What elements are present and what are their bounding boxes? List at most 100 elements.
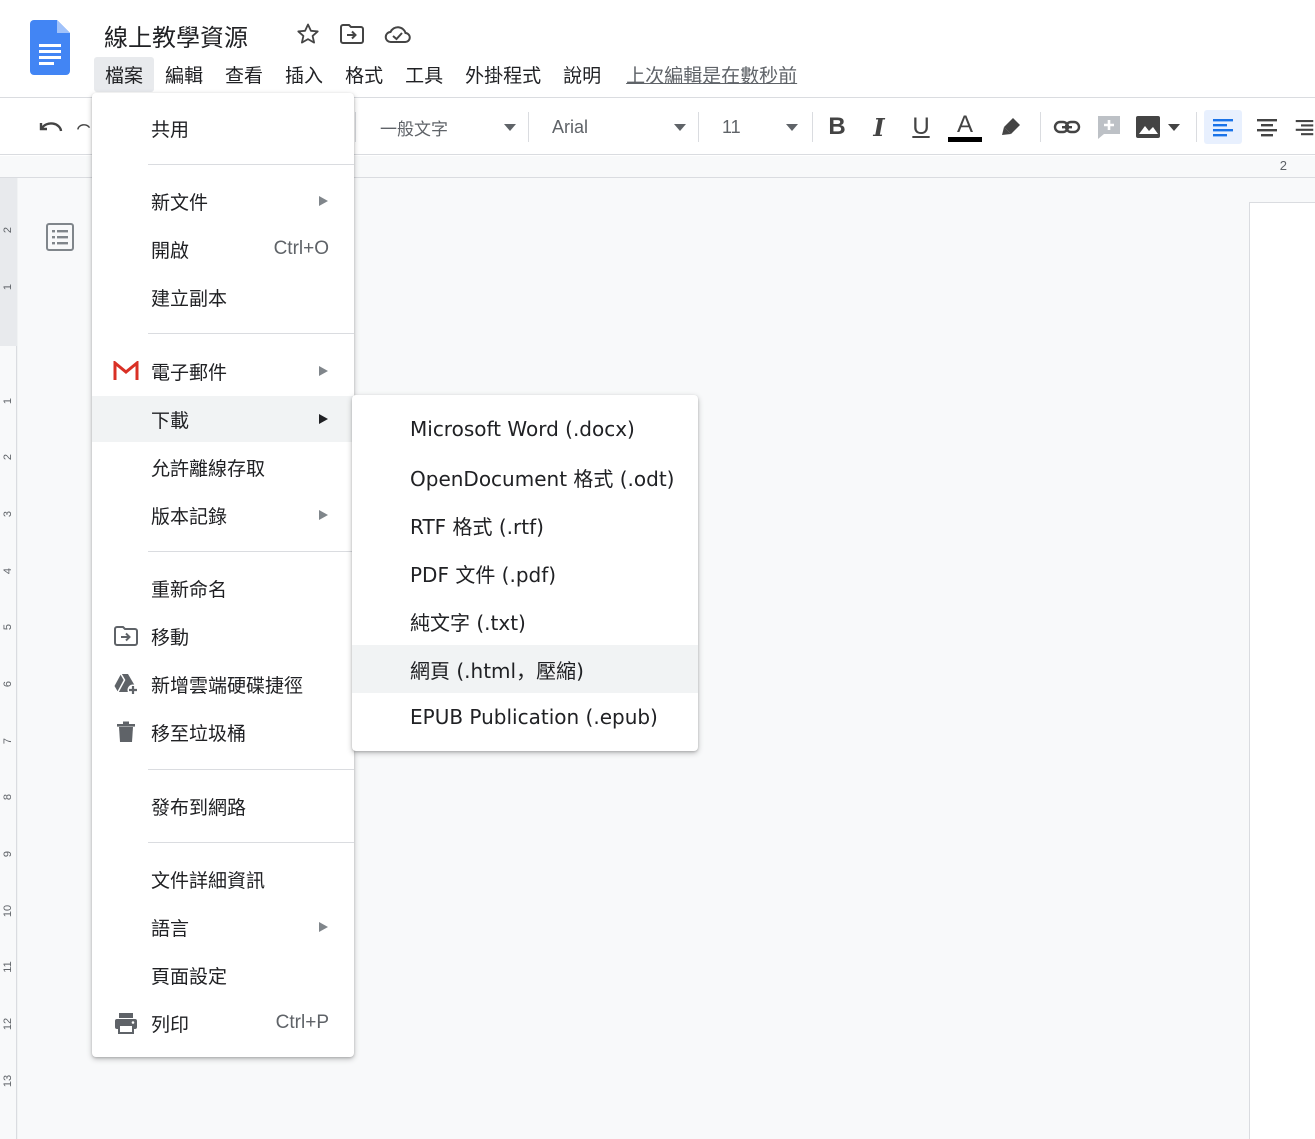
menu-item-trash[interactable]: 移至垃圾桶 [92,709,354,755]
align-right-icon[interactable] [1294,110,1315,144]
menu-item-move[interactable]: 移動 [92,613,354,659]
submenu-arrow-icon [319,414,328,424]
move-folder-icon[interactable] [338,20,366,48]
text-color-button[interactable]: A [947,110,983,144]
menu-divider [148,333,354,334]
menu-item-page-setup[interactable]: 頁面設定 [92,952,354,998]
submenu-item-label: RTF 格式 (.rtf) [410,514,544,539]
toolbar-divider [1040,112,1041,142]
menu-item-offline[interactable]: 允許離線存取 [92,444,354,490]
download-odt[interactable]: OpenDocument 格式 (.odt) [352,453,698,501]
menu-item-download[interactable]: 下載 [92,396,354,442]
menu-item-publish[interactable]: 發布到網路 [92,783,354,829]
ruler-margin-shade [0,178,17,346]
menu-tools[interactable]: 工具 [394,57,454,92]
ruler-number: 2 [2,226,14,234]
menu-item-add-drive-shortcut[interactable]: 新增雲端硬碟捷徑 [92,661,354,707]
font-size-select[interactable]: 11 [722,110,798,144]
bold-icon: B [828,113,846,140]
docs-logo-icon[interactable] [30,20,70,75]
menu-divider [148,769,354,770]
font-size-value: 11 [722,116,741,137]
cloud-saved-icon[interactable] [384,20,412,48]
menu-insert[interactable]: 插入 [274,57,334,92]
menu-divider [148,842,354,843]
vertical-ruler[interactable]: 2 1 1 2 3 4 5 6 7 8 9 10 11 12 13 [0,178,17,1139]
shortcut-label: Ctrl+P [275,1012,329,1033]
last-edit-link[interactable]: 上次編輯是在數秒前 [626,61,797,88]
star-icon[interactable] [294,20,322,48]
download-pdf[interactable]: PDF 文件 (.pdf) [352,549,698,597]
link-icon[interactable] [1050,110,1084,144]
toolbar-divider [812,112,813,142]
style-select-value: 一般文字 [380,119,448,140]
menu-addons[interactable]: 外掛程式 [454,57,552,92]
drive-shortcut-icon [112,670,140,698]
menu-item-print[interactable]: 列印 Ctrl+P [92,1000,354,1046]
ruler-number: 7 [2,737,14,745]
menu-view[interactable]: 查看 [214,57,274,92]
toolbar-divider [355,112,356,142]
document-title[interactable]: 線上教學資源 [104,18,248,53]
menu-file[interactable]: 檔案 [94,56,155,92]
ruler-number: 5 [2,623,14,631]
redo-icon[interactable] [76,110,92,144]
menu-item-make-copy[interactable]: 建立副本 [92,274,354,320]
underline-button[interactable]: U [906,110,936,144]
submenu-item-label: PDF 文件 (.pdf) [410,562,557,587]
menu-item-label: 移至垃圾桶 [151,722,247,745]
ruler-number: 9 [2,850,14,858]
toolbar-divider [1196,112,1197,142]
menu-item-share[interactable]: 共用 [92,105,354,151]
italic-button[interactable]: I [864,110,894,144]
undo-icon[interactable] [34,110,68,144]
ruler-number: 3 [2,510,14,518]
menu-item-new-document[interactable]: 新文件 [92,178,354,224]
highlight-pen-icon[interactable] [996,110,1026,144]
menu-item-email[interactable]: 電子郵件 [92,348,354,394]
menu-item-label: 下載 [151,409,190,432]
menu-item-label: 開啟 [151,239,190,262]
menubar: 檔案 編輯 查看 插入 格式 工具 外掛程式 說明 上次編輯是在數秒前 [94,56,797,92]
menu-item-label: 語言 [151,917,190,940]
text-color-swatch [948,136,982,142]
menu-item-version-history[interactable]: 版本記錄 [92,492,354,538]
align-center-icon[interactable] [1250,110,1284,144]
menu-help[interactable]: 說明 [552,57,612,92]
chevron-down-icon [504,124,516,131]
download-txt[interactable]: 純文字 (.txt) [352,597,698,645]
submenu-arrow-icon [319,366,328,376]
ruler-number: 8 [2,793,14,801]
download-rtf[interactable]: RTF 格式 (.rtf) [352,501,698,549]
font-select[interactable]: Arial [552,110,686,144]
menu-item-open[interactable]: 開啟 Ctrl+O [92,226,354,272]
ruler-number: 2 [2,453,14,461]
download-docx[interactable]: Microsoft Word (.docx) [352,405,698,453]
ruler-number: 13 [2,1074,14,1088]
bold-button[interactable]: B [822,110,852,144]
menu-item-language[interactable]: 語言 [92,904,354,950]
menu-format[interactable]: 格式 [334,57,394,92]
underline-icon: U [912,113,930,140]
insert-image-icon[interactable] [1134,110,1186,144]
menu-item-rename[interactable]: 重新命名 [92,565,354,611]
print-icon [112,1009,140,1037]
style-select[interactable]: 一般文字 [380,110,516,144]
submenu-arrow-icon [319,196,328,206]
ruler-number: 4 [2,567,14,575]
download-epub[interactable]: EPUB Publication (.epub) [352,693,698,741]
download-html[interactable]: 網頁 (.html，壓縮) [352,645,698,693]
add-comment-icon[interactable] [1094,110,1124,144]
submenu-item-label: OpenDocument 格式 (.odt) [410,466,675,491]
menu-item-details[interactable]: 文件詳細資訊 [92,856,354,902]
chevron-down-icon [674,124,686,131]
menu-item-label: 頁面設定 [151,965,228,988]
menu-divider [148,164,354,165]
ruler-number: 6 [2,680,14,688]
align-left-icon[interactable] [1204,110,1242,144]
document-page[interactable] [1249,202,1315,1139]
submenu-arrow-icon [319,922,328,932]
document-outline-icon[interactable] [45,222,75,252]
submenu-item-label: 網頁 (.html，壓縮) [410,658,584,683]
menu-edit[interactable]: 編輯 [154,57,214,92]
